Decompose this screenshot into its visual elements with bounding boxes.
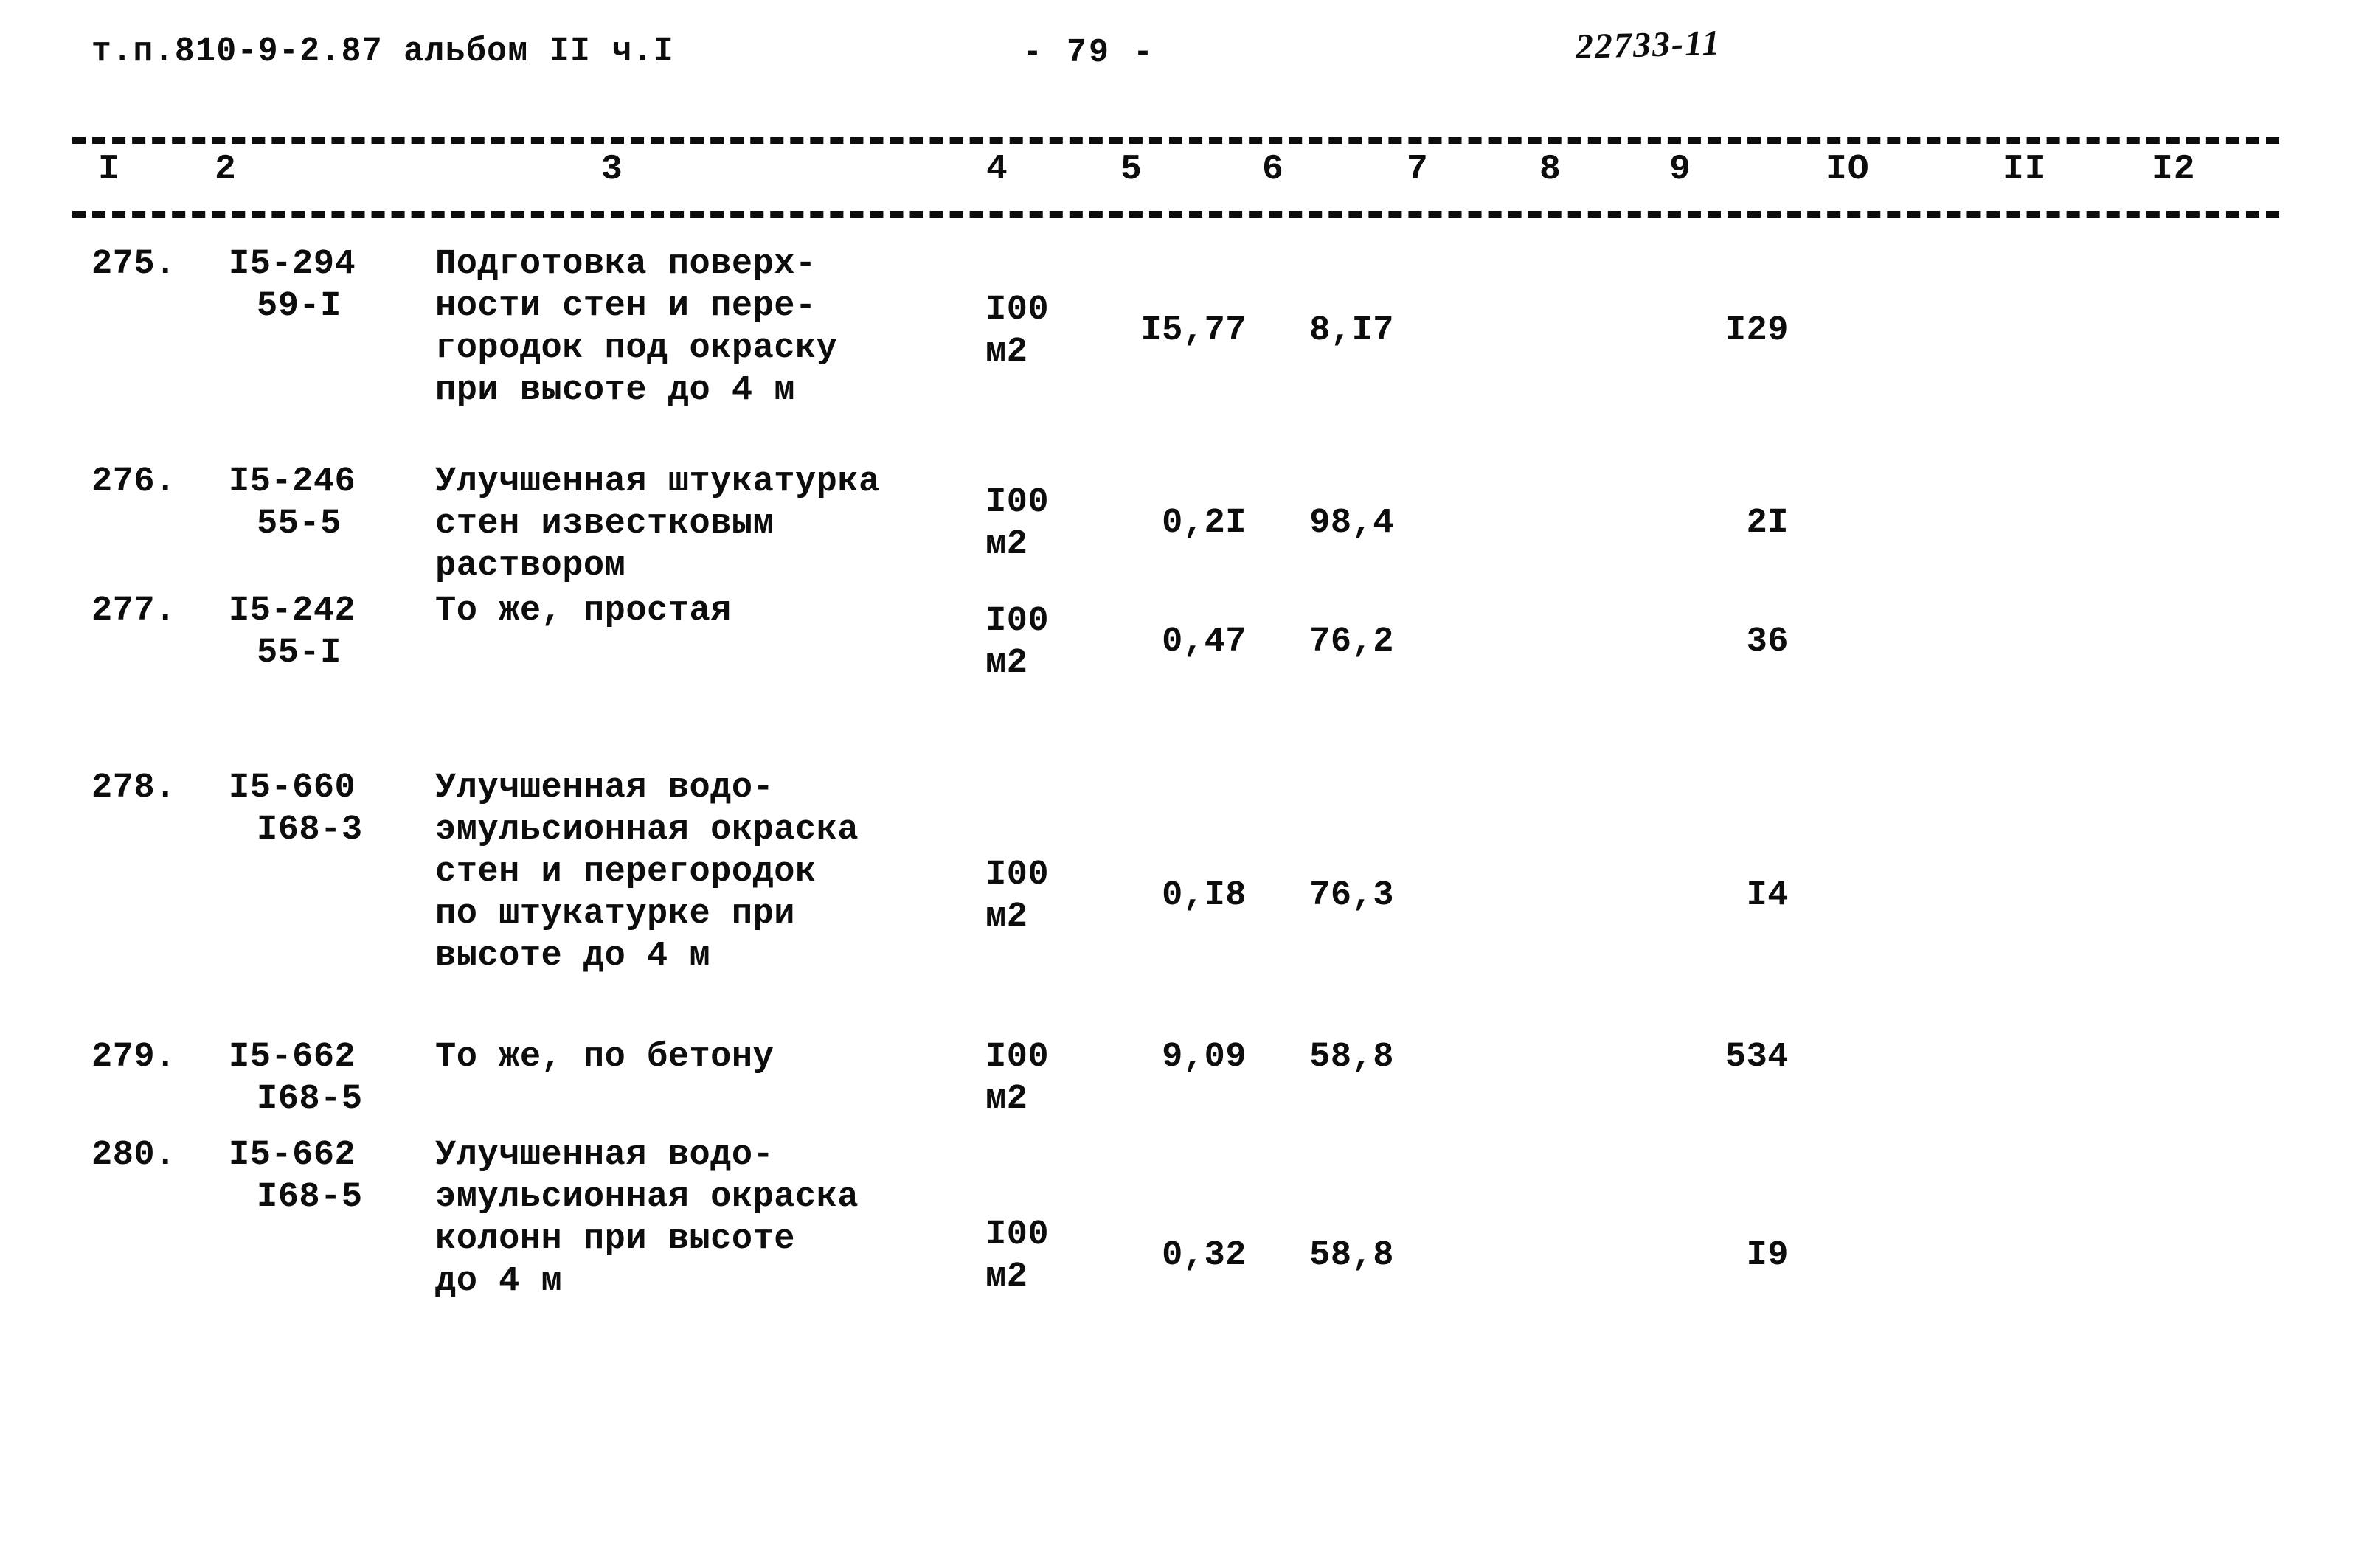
row-value-col5: 0,2I bbox=[1162, 504, 1247, 543]
row-norm-code-sub: I68-3 bbox=[257, 811, 363, 850]
row-unit-measure: м2 bbox=[985, 1257, 1028, 1297]
row-unit-multiplier: I00 bbox=[985, 1215, 1050, 1255]
row-unit: I00 м2 bbox=[985, 1214, 1111, 1298]
row-norm-code: I5-660 I68-3 bbox=[229, 767, 428, 851]
row-unit: I00 м2 bbox=[985, 854, 1111, 938]
row-norm-code-sub: 55-I bbox=[257, 634, 342, 673]
row-norm-code-main: I5-662 bbox=[229, 1136, 356, 1175]
row-norm-code-sub: I68-5 bbox=[257, 1178, 363, 1217]
row-unit: I00 м2 bbox=[985, 482, 1111, 566]
row-value-col9: I4 bbox=[1746, 876, 1789, 915]
row-unit-multiplier: I00 bbox=[985, 483, 1050, 522]
row-item-number: 276. bbox=[91, 462, 176, 502]
row-description: То же, по бетону bbox=[435, 1038, 774, 1077]
row-norm-code: I5-662 I68-5 bbox=[229, 1134, 428, 1218]
row-norm-code: I5-662 I68-5 bbox=[229, 1036, 428, 1120]
row-norm-code-sub: I68-5 bbox=[257, 1080, 363, 1119]
column-number-12: I2 bbox=[2145, 148, 2203, 192]
document-page: т.п.810-9-2.87 альбом II ч.I - 79 - 2273… bbox=[0, 0, 2353, 1568]
row-unit-measure: м2 bbox=[985, 1080, 1028, 1119]
row-norm-code-main: I5-242 bbox=[229, 592, 356, 631]
row-norm-code-sub: 55-5 bbox=[257, 504, 342, 544]
row-unit-measure: м2 bbox=[985, 898, 1028, 937]
row-value-col6: 8,I7 bbox=[1309, 311, 1394, 350]
row-item-number: 280. bbox=[91, 1136, 176, 1175]
row-unit-measure: м2 bbox=[985, 525, 1028, 564]
row-value-col5: 0,47 bbox=[1162, 622, 1247, 662]
column-number-3: 3 bbox=[595, 148, 630, 192]
column-number-11: II bbox=[1996, 148, 2054, 192]
row-item-number: 275. bbox=[91, 245, 176, 284]
row-unit-multiplier: I00 bbox=[985, 602, 1050, 641]
row-unit-measure: м2 bbox=[985, 644, 1028, 683]
table-top-rule bbox=[72, 137, 2279, 144]
row-description: Подготовка поверх- ности стен и пере- го… bbox=[435, 245, 838, 410]
column-number-8: 8 bbox=[1533, 148, 1568, 192]
row-value-col9: 36 bbox=[1746, 622, 1789, 662]
row-unit: I00 м2 bbox=[985, 600, 1111, 684]
column-number-10: IO bbox=[1819, 148, 1876, 192]
row-unit-multiplier: I00 bbox=[985, 291, 1050, 330]
row-norm-code-main: I5-662 bbox=[229, 1038, 356, 1077]
row-unit: I00 м2 bbox=[985, 289, 1111, 373]
row-value-col6: 98,4 bbox=[1309, 504, 1394, 543]
row-value-col5: I5,77 bbox=[1140, 311, 1247, 350]
row-description: Улучшенная водо- эмульсионная окраска ко… bbox=[435, 1136, 859, 1301]
row-item-number: 279. bbox=[91, 1038, 176, 1077]
row-description: Улучшенная штукатурка стен известковым р… bbox=[435, 462, 880, 586]
row-value-col5: 9,09 bbox=[1162, 1038, 1247, 1077]
table-header-rule bbox=[72, 211, 2279, 218]
row-unit-measure: м2 bbox=[985, 333, 1028, 372]
row-description: Улучшенная водо- эмульсионная окраска ст… bbox=[435, 769, 859, 976]
row-description: То же, простая bbox=[435, 592, 732, 631]
page-number: - 79 - bbox=[1022, 34, 1156, 72]
row-value-col9: 534 bbox=[1725, 1038, 1789, 1077]
row-norm-code-main: I5-246 bbox=[229, 462, 356, 502]
row-value-col5: 0,32 bbox=[1162, 1236, 1247, 1275]
row-value-col6: 58,8 bbox=[1309, 1038, 1394, 1077]
archive-stamp: 22733-11 bbox=[1575, 23, 1722, 66]
row-value-col6: 76,2 bbox=[1309, 622, 1394, 662]
row-norm-code: I5-242 55-I bbox=[229, 590, 428, 674]
column-number-7: 7 bbox=[1400, 148, 1435, 192]
column-number-2: 2 bbox=[208, 148, 243, 192]
row-norm-code-main: I5-660 bbox=[229, 769, 356, 808]
row-value-col9: I9 bbox=[1746, 1236, 1789, 1275]
row-value-col9: I29 bbox=[1725, 311, 1789, 350]
row-unit-multiplier: I00 bbox=[985, 1038, 1050, 1077]
column-number-5: 5 bbox=[1114, 148, 1149, 192]
page-header: т.п.810-9-2.87 альбом II ч.I - 79 - 2273… bbox=[0, 24, 2353, 84]
row-item-number: 278. bbox=[91, 769, 176, 808]
row-value-col6: 58,8 bbox=[1309, 1236, 1394, 1275]
document-code: т.п.810-9-2.87 альбом II ч.I bbox=[91, 32, 675, 72]
row-value-col6: 76,3 bbox=[1309, 876, 1394, 915]
row-unit: I00 м2 bbox=[985, 1036, 1111, 1120]
row-norm-code-sub: 59-I bbox=[257, 287, 342, 326]
row-norm-code: I5-294 59-I bbox=[229, 243, 428, 327]
row-item-number: 277. bbox=[91, 592, 176, 631]
table-column-number-row: I 2 3 4 5 6 7 8 9 IO II I2 bbox=[0, 148, 2353, 205]
row-norm-code-main: I5-294 bbox=[229, 245, 356, 284]
row-value-col5: 0,I8 bbox=[1162, 876, 1247, 915]
column-number-6: 6 bbox=[1255, 148, 1291, 192]
row-value-col9: 2I bbox=[1746, 504, 1789, 543]
column-number-1: I bbox=[91, 148, 127, 192]
column-number-9: 9 bbox=[1663, 148, 1698, 192]
row-norm-code: I5-246 55-5 bbox=[229, 461, 428, 545]
row-unit-multiplier: I00 bbox=[985, 856, 1050, 895]
column-number-4: 4 bbox=[980, 148, 1015, 192]
